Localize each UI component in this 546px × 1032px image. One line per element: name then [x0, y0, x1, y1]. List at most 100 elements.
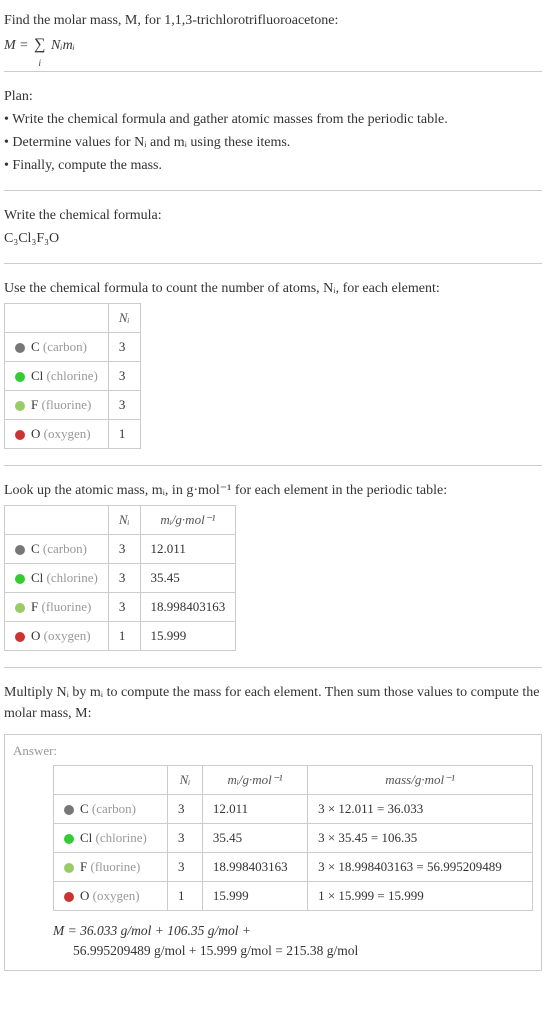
table-header-row: Nᵢ mᵢ/g·mol⁻¹ mass/g·mol⁻¹: [54, 766, 533, 795]
answer-inner: Nᵢ mᵢ/g·mol⁻¹ mass/g·mol⁻¹ C (carbon) 3 …: [13, 765, 533, 962]
divider: [4, 263, 542, 264]
element-swatch-icon: [15, 574, 25, 584]
mass-value: 3 × 18.998403163 = 56.995209489: [308, 853, 533, 882]
intro-m-eq: M =: [4, 38, 32, 53]
masses-heading: Look up the atomic mass, mᵢ, in g·mol⁻¹ …: [4, 480, 542, 501]
table-row: O (oxygen) 1 15.999 1 × 15.999 = 15.999: [54, 882, 533, 911]
element-swatch-icon: [64, 892, 74, 902]
count-heading: Use the chemical formula to count the nu…: [4, 278, 542, 299]
element-swatch-icon: [15, 545, 25, 555]
ni-value: 3: [108, 333, 140, 362]
ni-value: 1: [108, 420, 140, 449]
element-name: (carbon): [92, 801, 136, 816]
mass-header: mass/g·mol⁻¹: [308, 766, 533, 795]
element-symbol: O: [31, 628, 40, 643]
answer-box: Answer: Nᵢ mᵢ/g·mol⁻¹ mass/g·mol⁻¹ C (ca…: [4, 734, 542, 971]
element-symbol: C: [80, 801, 89, 816]
element-symbol: O: [80, 888, 89, 903]
plan-block: Plan: • Write the chemical formula and g…: [4, 80, 542, 182]
mass-value: 1 × 15.999 = 15.999: [308, 882, 533, 911]
intro-line1: Find the molar mass, M, for 1,1,3-trichl…: [4, 10, 542, 31]
plan-bullet: • Determine values for Nᵢ and mᵢ using t…: [4, 132, 542, 153]
masses-block: Look up the atomic mass, mᵢ, in g·mol⁻¹ …: [4, 474, 542, 659]
element-name: (chlorine): [47, 368, 98, 383]
final-line2: 56.995209489 g/mol + 15.999 g/mol = 215.…: [53, 941, 533, 961]
table-row: O (oxygen) 1: [5, 420, 141, 449]
table-row: Cl (chlorine) 3 35.45 3 × 35.45 = 106.35: [54, 824, 533, 853]
element-swatch-icon: [15, 632, 25, 642]
intro-block: Find the molar mass, M, for 1,1,3-trichl…: [4, 4, 542, 63]
divider: [4, 667, 542, 668]
ni-value: 3: [108, 362, 140, 391]
element-name: (fluorine): [41, 397, 91, 412]
element-symbol: O: [31, 426, 40, 441]
table-row: O (oxygen) 1 15.999: [5, 622, 236, 651]
ni-header: Nᵢ: [108, 506, 140, 535]
mass-value: 3 × 12.011 = 36.033: [308, 795, 533, 824]
element-symbol: C: [31, 541, 40, 556]
ni-value: 3: [108, 593, 140, 622]
element-swatch-icon: [15, 343, 25, 353]
empty-header: [54, 766, 168, 795]
table-row: F (fluorine) 3: [5, 391, 141, 420]
mi-header: mᵢ/g·mol⁻¹: [140, 506, 236, 535]
element-swatch-icon: [64, 805, 74, 815]
element-name: (fluorine): [90, 859, 140, 874]
table-row: F (fluorine) 3 18.998403163 3 × 18.99840…: [54, 853, 533, 882]
multiply-heading: Multiply Nᵢ by mᵢ to compute the mass fo…: [4, 682, 542, 724]
multiply-block: Multiply Nᵢ by mᵢ to compute the mass fo…: [4, 676, 542, 730]
intro-nimi: Nᵢmᵢ: [48, 38, 75, 53]
answer-table: Nᵢ mᵢ/g·mol⁻¹ mass/g·mol⁻¹ C (carbon) 3 …: [53, 765, 533, 911]
element-swatch-icon: [15, 603, 25, 613]
mi-value: 18.998403163: [202, 853, 307, 882]
ni-value: 1: [168, 882, 203, 911]
ni-value: 3: [108, 535, 140, 564]
divider: [4, 465, 542, 466]
ni-value: 3: [108, 564, 140, 593]
table-header-row: Nᵢ mᵢ/g·mol⁻¹: [5, 506, 236, 535]
ni-value: 3: [108, 391, 140, 420]
table-header-row: Nᵢ: [5, 304, 141, 333]
ni-value: 3: [168, 824, 203, 853]
element-symbol: F: [31, 397, 38, 412]
count-block: Use the chemical formula to count the nu…: [4, 272, 542, 457]
table-row: C (carbon) 3 12.011: [5, 535, 236, 564]
element-name: (oxygen): [44, 628, 91, 643]
element-name: (carbon): [43, 541, 87, 556]
element-swatch-icon: [64, 834, 74, 844]
element-symbol: Cl: [80, 830, 92, 845]
formula-value: C₃Cl₃F₃O: [4, 228, 542, 249]
table-row: C (carbon) 3: [5, 333, 141, 362]
element-swatch-icon: [15, 372, 25, 382]
divider: [4, 190, 542, 191]
ni-value: 3: [168, 853, 203, 882]
sigma-icon: ∑i: [34, 33, 45, 57]
mi-value: 12.011: [140, 535, 236, 564]
mi-value: 15.999: [140, 622, 236, 651]
mi-value: 35.45: [140, 564, 236, 593]
table-row: C (carbon) 3 12.011 3 × 12.011 = 36.033: [54, 795, 533, 824]
final-mass: M = 36.033 g/mol + 106.35 g/mol + 56.995…: [53, 921, 533, 962]
final-line1: M = 36.033 g/mol + 106.35 g/mol +: [53, 921, 533, 941]
empty-header: [5, 506, 109, 535]
table-row: F (fluorine) 3 18.998403163: [5, 593, 236, 622]
element-swatch-icon: [15, 401, 25, 411]
ni-value: 3: [168, 795, 203, 824]
ni-header: Nᵢ: [168, 766, 203, 795]
element-swatch-icon: [15, 430, 25, 440]
mi-value: 12.011: [202, 795, 307, 824]
formula-heading: Write the chemical formula:: [4, 205, 542, 226]
element-symbol: F: [80, 859, 87, 874]
ni-value: 1: [108, 622, 140, 651]
count-table: Nᵢ C (carbon) 3 Cl (chlorine) 3 F (fluor…: [4, 303, 141, 449]
element-name: (chlorine): [96, 830, 147, 845]
answer-label: Answer:: [13, 743, 533, 759]
empty-header: [5, 304, 109, 333]
element-symbol: Cl: [31, 570, 43, 585]
element-name: (oxygen): [93, 888, 140, 903]
plan-heading: Plan:: [4, 86, 542, 107]
plan-bullet: • Finally, compute the mass.: [4, 155, 542, 176]
element-name: (carbon): [43, 339, 87, 354]
mi-value: 15.999: [202, 882, 307, 911]
element-symbol: Cl: [31, 368, 43, 383]
